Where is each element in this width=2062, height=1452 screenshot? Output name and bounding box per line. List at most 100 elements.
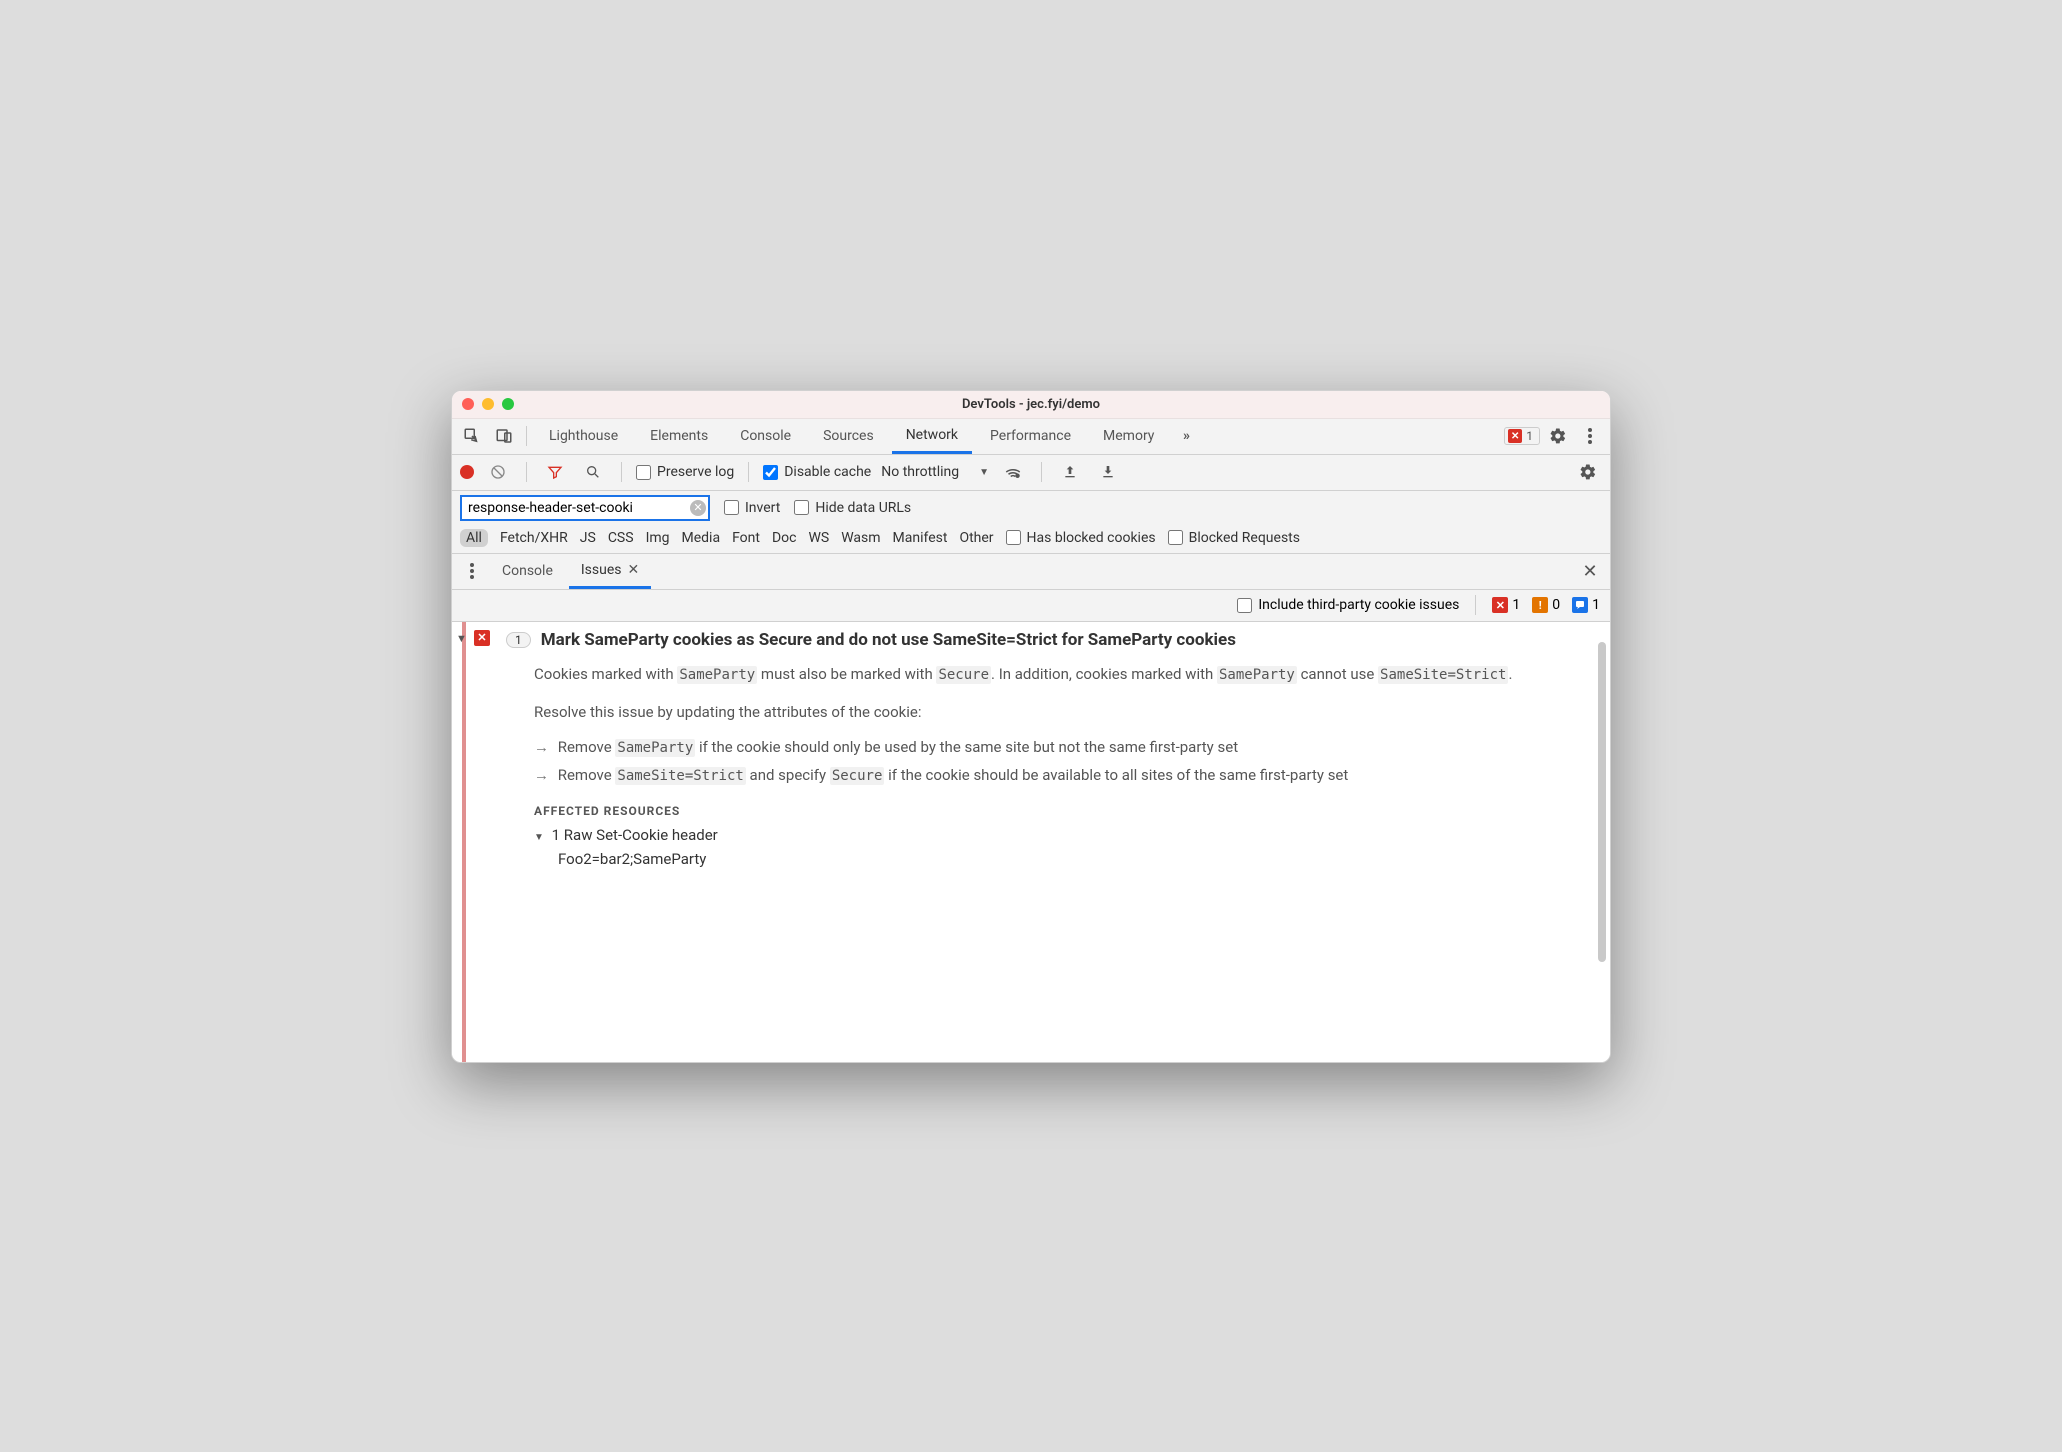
issue-bullet-1: → Remove SameParty if the cookie should … (534, 738, 1592, 756)
arrow-icon: → (534, 738, 554, 756)
affected-resource-toggle[interactable]: ▼ 1 Raw Set-Cookie header (534, 826, 1592, 844)
tab-performance[interactable]: Performance (976, 418, 1085, 454)
filter-bar: ✕ Invert Hide data URLs (452, 491, 1610, 525)
throttling-select[interactable]: No throttling ▼ (881, 464, 989, 480)
include-third-party-input[interactable] (1237, 598, 1252, 613)
invert-input[interactable] (724, 500, 739, 515)
hide-data-urls-input[interactable] (794, 500, 809, 515)
window-title: DevTools - jec.fyi/demo (452, 397, 1610, 412)
affected-resource-value: Foo2=bar2;SameParty (558, 850, 1592, 868)
txt: if the cookie should only be used by the… (695, 738, 1238, 756)
type-js[interactable]: JS (580, 530, 596, 546)
preserve-log-input[interactable] (636, 465, 651, 480)
device-toolbar-icon[interactable] (490, 422, 518, 450)
close-window-button[interactable] (462, 398, 474, 410)
blocked-requests-label: Blocked Requests (1189, 530, 1300, 546)
error-icon: ✕ (1492, 597, 1508, 613)
type-all[interactable]: All (460, 529, 488, 547)
filter-icon[interactable] (541, 458, 569, 486)
expand-triangle-icon[interactable]: ▼ (456, 632, 467, 645)
tab-memory[interactable]: Memory (1089, 418, 1168, 454)
include-third-party-checkbox[interactable]: Include third-party cookie issues (1237, 597, 1459, 613)
preserve-log-checkbox[interactable]: Preserve log (636, 464, 734, 480)
close-tab-icon[interactable]: ✕ (628, 562, 640, 578)
close-drawer-icon[interactable]: ✕ (1576, 557, 1604, 585)
type-wasm[interactable]: Wasm (841, 530, 880, 546)
type-css[interactable]: CSS (608, 530, 634, 546)
traffic-lights (462, 398, 514, 410)
info-icon (1572, 597, 1588, 613)
type-font[interactable]: Font (732, 530, 760, 546)
type-manifest[interactable]: Manifest (893, 530, 948, 546)
txt: Remove (558, 766, 616, 784)
disable-cache-input[interactable] (763, 465, 778, 480)
issue-header: 1 Mark SameParty cookies as Secure and d… (506, 630, 1592, 650)
issue-error-icon: ✕ (474, 630, 490, 646)
blocked-requests-checkbox[interactable]: Blocked Requests (1168, 530, 1300, 546)
tab-elements[interactable]: Elements (636, 418, 722, 454)
code-samesite-strict2: SameSite=Strict (615, 767, 745, 785)
chevron-down-icon: ▼ (979, 467, 989, 478)
issue-bullet-2: → Remove SameSite=Strict and specify Sec… (534, 766, 1592, 784)
inspect-element-icon[interactable] (458, 422, 486, 450)
clear-filter-icon[interactable]: ✕ (690, 500, 706, 516)
info-count-badge[interactable]: 1 (1572, 597, 1600, 613)
drawer-kebab-icon[interactable] (458, 557, 486, 585)
type-fetch-xhr[interactable]: Fetch/XHR (500, 530, 568, 546)
search-icon[interactable] (579, 458, 607, 486)
network-conditions-icon[interactable] (999, 458, 1027, 486)
zoom-window-button[interactable] (502, 398, 514, 410)
scrollbar[interactable] (1598, 642, 1606, 962)
download-icon[interactable] (1094, 458, 1122, 486)
upload-icon[interactable] (1056, 458, 1084, 486)
network-toolbar: Preserve log Disable cache No throttling… (452, 455, 1610, 491)
has-blocked-cookies-checkbox[interactable]: Has blocked cookies (1006, 530, 1156, 546)
hide-data-urls-checkbox[interactable]: Hide data URLs (794, 500, 911, 516)
type-doc[interactable]: Doc (772, 530, 797, 546)
blocked-requests-input[interactable] (1168, 530, 1183, 545)
txt: must also be marked with (757, 665, 936, 683)
txt: if the cookie should be available to all… (884, 766, 1348, 784)
warning-count-badge[interactable]: ! 0 (1532, 597, 1560, 613)
type-media[interactable]: Media (682, 530, 721, 546)
disable-cache-checkbox[interactable]: Disable cache (763, 464, 871, 480)
affected-resources-label: AFFECTED RESOURCES (534, 804, 1592, 818)
settings-icon[interactable] (1544, 422, 1572, 450)
filter-input[interactable] (460, 495, 710, 521)
throttling-value: No throttling (881, 464, 959, 480)
record-button[interactable] (460, 465, 474, 479)
tab-console[interactable]: Console (726, 418, 805, 454)
affected-resource-title: 1 Raw Set-Cookie header (552, 826, 718, 844)
code-secure: Secure (936, 666, 991, 684)
drawer-tab-console[interactable]: Console (490, 553, 565, 589)
separator (748, 462, 749, 482)
issue-paragraph-1: Cookies marked with SameParty must also … (534, 662, 1592, 686)
has-blocked-cookies-input[interactable] (1006, 530, 1021, 545)
tab-sources[interactable]: Sources (809, 418, 888, 454)
tab-network[interactable]: Network (892, 418, 972, 454)
kebab-menu-icon[interactable] (1576, 422, 1604, 450)
type-img[interactable]: Img (646, 530, 670, 546)
txt: and specify (746, 766, 830, 784)
separator (526, 426, 527, 446)
invert-checkbox[interactable]: Invert (724, 500, 780, 516)
hide-data-urls-label: Hide data URLs (815, 500, 911, 516)
type-ws[interactable]: WS (808, 530, 829, 546)
txt: cannot use (1297, 665, 1378, 683)
clear-icon[interactable] (484, 458, 512, 486)
issue-content: 1 Mark SameParty cookies as Secure and d… (498, 622, 1610, 1062)
tab-lighthouse[interactable]: Lighthouse (535, 418, 632, 454)
has-blocked-cookies-label: Has blocked cookies (1027, 530, 1156, 546)
more-tabs-icon[interactable]: » (1172, 422, 1200, 450)
type-other[interactable]: Other (959, 530, 993, 546)
separator (1041, 462, 1042, 482)
txt: . (1508, 665, 1512, 683)
errors-badge[interactable]: ✕ 1 (1504, 427, 1540, 445)
error-count-badge[interactable]: ✕ 1 (1492, 597, 1520, 613)
chevron-down-icon: ▼ (534, 832, 544, 843)
warning-icon: ! (1532, 597, 1548, 613)
issue-title: Mark SameParty cookies as Secure and do … (541, 630, 1236, 650)
settings-gear-icon[interactable] (1574, 458, 1602, 486)
minimize-window-button[interactable] (482, 398, 494, 410)
drawer-tab-issues[interactable]: Issues ✕ (569, 553, 651, 589)
